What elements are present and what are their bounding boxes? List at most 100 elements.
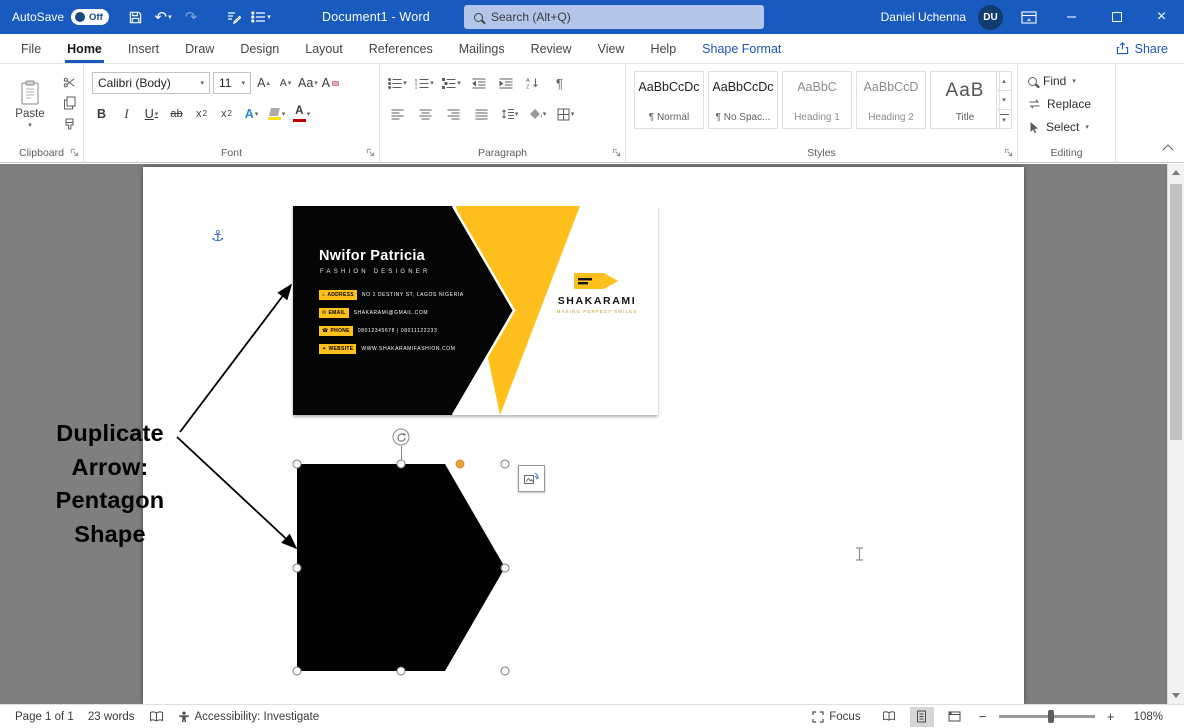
styles-scroll-up[interactable]: ▴ (997, 72, 1011, 91)
resize-handle-bottom-right[interactable] (501, 667, 510, 676)
style-heading2[interactable]: AaBbCcDHeading 2 (856, 71, 926, 129)
scroll-down-button[interactable] (1168, 687, 1184, 704)
subscript-button[interactable]: x2 (192, 103, 211, 125)
ribbon-options-button[interactable] (1015, 0, 1043, 34)
tab-draw[interactable]: Draw (172, 34, 227, 63)
line-spacing-button[interactable]: ▾ (500, 103, 519, 125)
shrink-font-button[interactable]: A▾ (276, 72, 295, 94)
tab-design[interactable]: Design (227, 34, 292, 63)
paragraph-dialog-launcher[interactable] (612, 148, 621, 157)
resize-handle-bottom-middle[interactable] (397, 667, 406, 676)
select-button[interactable]: Select ▾ (1028, 120, 1089, 134)
accessibility-button[interactable]: Accessibility: Investigate (171, 711, 327, 723)
shape-adjust-handle[interactable] (456, 460, 465, 469)
zoom-out-button[interactable]: − (976, 709, 990, 724)
tab-references[interactable]: References (356, 34, 446, 63)
bullets-button[interactable]: ▾ (388, 72, 407, 94)
numbering-button[interactable]: ▾ (415, 72, 434, 94)
clipboard-dialog-launcher[interactable] (70, 148, 79, 157)
resize-handle-top-middle[interactable] (397, 460, 406, 469)
scrollbar-thumb[interactable] (1170, 184, 1182, 440)
read-mode-button[interactable] (877, 707, 901, 727)
autosave-control[interactable]: AutoSave Off (12, 9, 109, 25)
print-layout-button[interactable] (910, 707, 934, 727)
font-color-button[interactable]: A ▾ (292, 103, 311, 125)
qat-bullets-button[interactable]: ▾ (247, 0, 275, 34)
text-effects-button[interactable]: A▾ (242, 103, 261, 125)
tab-home[interactable]: Home (54, 34, 115, 63)
copy-button[interactable] (57, 93, 81, 113)
format-painter-button[interactable] (57, 114, 81, 134)
vertical-scrollbar[interactable] (1167, 164, 1184, 704)
superscript-button[interactable]: x2 (217, 103, 236, 125)
avatar[interactable]: DU (978, 5, 1003, 30)
maximize-button[interactable] (1094, 0, 1139, 34)
replace-button[interactable]: Replace (1028, 97, 1091, 111)
save-button[interactable] (121, 0, 149, 34)
styles-dialog-launcher[interactable] (1004, 148, 1013, 157)
cut-button[interactable] (57, 72, 81, 92)
close-button[interactable]: × (1139, 0, 1184, 34)
zoom-slider[interactable] (999, 715, 1095, 718)
zoom-slider-thumb[interactable] (1048, 710, 1054, 723)
strikethrough-button[interactable]: ab (167, 103, 186, 125)
italic-button[interactable]: I (117, 103, 136, 125)
tab-help[interactable]: Help (637, 34, 689, 63)
tab-shape-format[interactable]: Shape Format (689, 34, 794, 63)
collapse-ribbon-button[interactable] (1162, 144, 1173, 155)
font-dialog-launcher[interactable] (366, 148, 375, 157)
tab-file[interactable]: File (8, 34, 54, 63)
focus-button[interactable]: Focus (805, 711, 867, 723)
clear-formatting-button[interactable]: A (321, 72, 340, 94)
font-name-combo[interactable]: Calibri (Body) ▾ (92, 72, 210, 94)
web-layout-button[interactable] (943, 707, 967, 727)
user-name[interactable]: Daniel Uchenna (881, 10, 966, 24)
business-card-image[interactable]: Nwifor Patricia FASHION DESIGNER ⌂ADDRES… (293, 206, 658, 415)
resize-handle-bottom-left[interactable] (293, 667, 302, 676)
shading-button[interactable]: ▾ (528, 103, 547, 125)
zoom-in-button[interactable]: + (1104, 709, 1118, 724)
justify-button[interactable] (472, 103, 491, 125)
tab-insert[interactable]: Insert (115, 34, 172, 63)
align-left-button[interactable] (388, 103, 407, 125)
increase-indent-button[interactable] (496, 72, 515, 94)
zoom-level-button[interactable]: 108% (1127, 711, 1170, 723)
proofing-button[interactable] (142, 711, 171, 723)
style-heading1[interactable]: AaBbCHeading 1 (782, 71, 852, 129)
resize-handle-middle-right[interactable] (501, 563, 510, 572)
highlight-button[interactable]: ▾ (267, 103, 286, 125)
style-no-spacing[interactable]: AaBbCcDc¶ No Spac... (708, 71, 778, 129)
selected-pentagon-shape[interactable] (297, 464, 505, 671)
tab-view[interactable]: View (585, 34, 638, 63)
search-box[interactable] (464, 5, 764, 29)
borders-button[interactable]: ▾ (556, 103, 575, 125)
minimize-button[interactable]: – (1049, 0, 1094, 34)
style-title[interactable]: AaBTitle (930, 71, 1000, 129)
autosave-toggle[interactable]: Off (71, 9, 109, 25)
pentagon-shape[interactable] (297, 464, 505, 671)
styles-scroll-down[interactable]: ▾ (997, 91, 1011, 110)
word-count[interactable]: 23 words (81, 711, 142, 723)
grow-font-button[interactable]: A▴ (254, 72, 273, 94)
qat-editor-button[interactable] (219, 0, 247, 34)
resize-handle-top-right[interactable] (501, 460, 510, 469)
scroll-up-button[interactable] (1168, 164, 1184, 181)
sort-button[interactable]: AZ (523, 72, 542, 94)
find-button[interactable]: Find ▾ (1028, 74, 1076, 88)
bold-button[interactable]: B (92, 103, 111, 125)
resize-handle-top-left[interactable] (293, 460, 302, 469)
page-indicator[interactable]: Page 1 of 1 (8, 711, 81, 723)
align-right-button[interactable] (444, 103, 463, 125)
layout-options-button[interactable] (518, 465, 545, 492)
share-button[interactable]: Share (1116, 34, 1168, 63)
undo-button[interactable]: ↶▾ (149, 0, 177, 34)
tab-mailings[interactable]: Mailings (446, 34, 518, 63)
resize-handle-middle-left[interactable] (293, 563, 302, 572)
style-normal[interactable]: AaBbCcDc¶ Normal (634, 71, 704, 129)
change-case-button[interactable]: Aa▾ (298, 72, 318, 94)
paste-button[interactable]: Paste ▾ (7, 71, 53, 137)
show-marks-button[interactable]: ¶ (550, 72, 569, 94)
multilevel-list-button[interactable]: ▾ (442, 72, 461, 94)
align-center-button[interactable] (416, 103, 435, 125)
tab-review[interactable]: Review (518, 34, 585, 63)
